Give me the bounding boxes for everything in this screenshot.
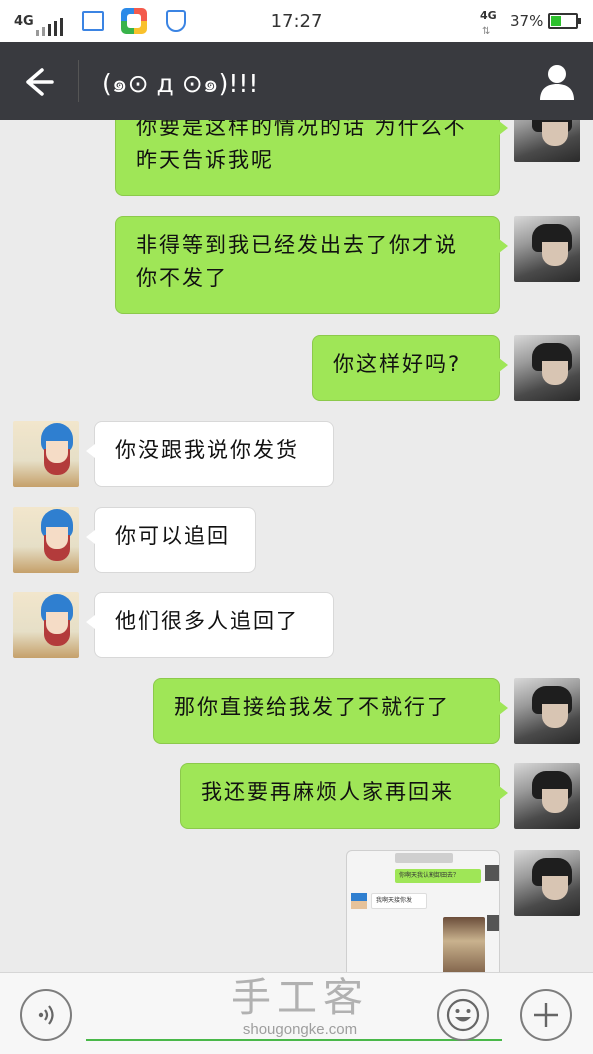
chat-header: (๑⊙ д ⊙๑)!!! xyxy=(0,42,593,120)
avatar[interactable] xyxy=(514,216,580,282)
avatar[interactable] xyxy=(514,763,580,829)
message-bubble[interactable]: 他们很多人追回了 xyxy=(86,592,334,658)
message-bubble[interactable]: 那你直接给我发了不就行了 xyxy=(153,678,508,744)
message-bubble[interactable]: 非得等到我已经发出去了你才说你不发了 xyxy=(115,216,508,314)
input-bar: 手工客 shougongke.com xyxy=(0,972,593,1054)
avatar[interactable] xyxy=(514,335,580,401)
avatar[interactable] xyxy=(13,592,79,658)
avatar[interactable] xyxy=(514,120,580,162)
voice-icon[interactable] xyxy=(20,989,72,1041)
battery-level xyxy=(551,16,561,26)
shield-icon xyxy=(166,10,186,32)
thumbnail-timestamp xyxy=(395,853,453,863)
emoji-icon[interactable] xyxy=(437,989,489,1041)
back-arrow-icon[interactable] xyxy=(18,62,58,102)
thumbnail-bubble-other: 我啊天接你发 xyxy=(371,893,427,909)
avatar[interactable] xyxy=(13,421,79,487)
thumbnail-avatar xyxy=(485,865,499,881)
thumbnail-avatar xyxy=(487,915,499,931)
status-bar: 4G 17:27 4G ⇅ 37% xyxy=(0,0,593,42)
thumbnail-photo xyxy=(443,917,485,972)
network-type: 4G xyxy=(14,13,34,29)
thumbnail-avatar xyxy=(351,893,367,909)
chat-title: (๑⊙ д ⊙๑)!!! xyxy=(102,69,259,98)
battery-icon xyxy=(548,13,581,29)
avatar[interactable] xyxy=(514,850,580,916)
avatar[interactable] xyxy=(514,678,580,744)
avatar[interactable] xyxy=(13,507,79,573)
battery-percentage: 37% xyxy=(510,12,544,30)
signal-icon xyxy=(36,6,63,36)
message-bubble[interactable]: 你没跟我说你发货 xyxy=(86,421,334,487)
message-bubble[interactable]: 你可以追回 xyxy=(86,507,256,573)
app-store-icon xyxy=(121,8,147,34)
image-message[interactable]: 你啊天我认割卸田去？ 我啊天接你发 xyxy=(346,850,500,972)
message-bubble[interactable]: 你要是这样的情况的话 为什么不昨天告诉我呢 xyxy=(115,120,508,196)
thumbnail-bubble-me: 你啊天我认割卸田去？ xyxy=(395,869,481,883)
message-list[interactable]: 你要是这样的情况的话 为什么不昨天告诉我呢 非得等到我已经发出去了你才说你不发了… xyxy=(0,120,593,972)
plus-icon[interactable] xyxy=(520,989,572,1041)
header-divider xyxy=(78,60,79,102)
person-icon[interactable] xyxy=(535,60,579,104)
message-bubble[interactable]: 我还要再麻烦人家再回来 xyxy=(180,763,508,829)
gallery-icon xyxy=(82,11,104,31)
message-bubble[interactable]: 你这样好吗? xyxy=(312,335,508,401)
